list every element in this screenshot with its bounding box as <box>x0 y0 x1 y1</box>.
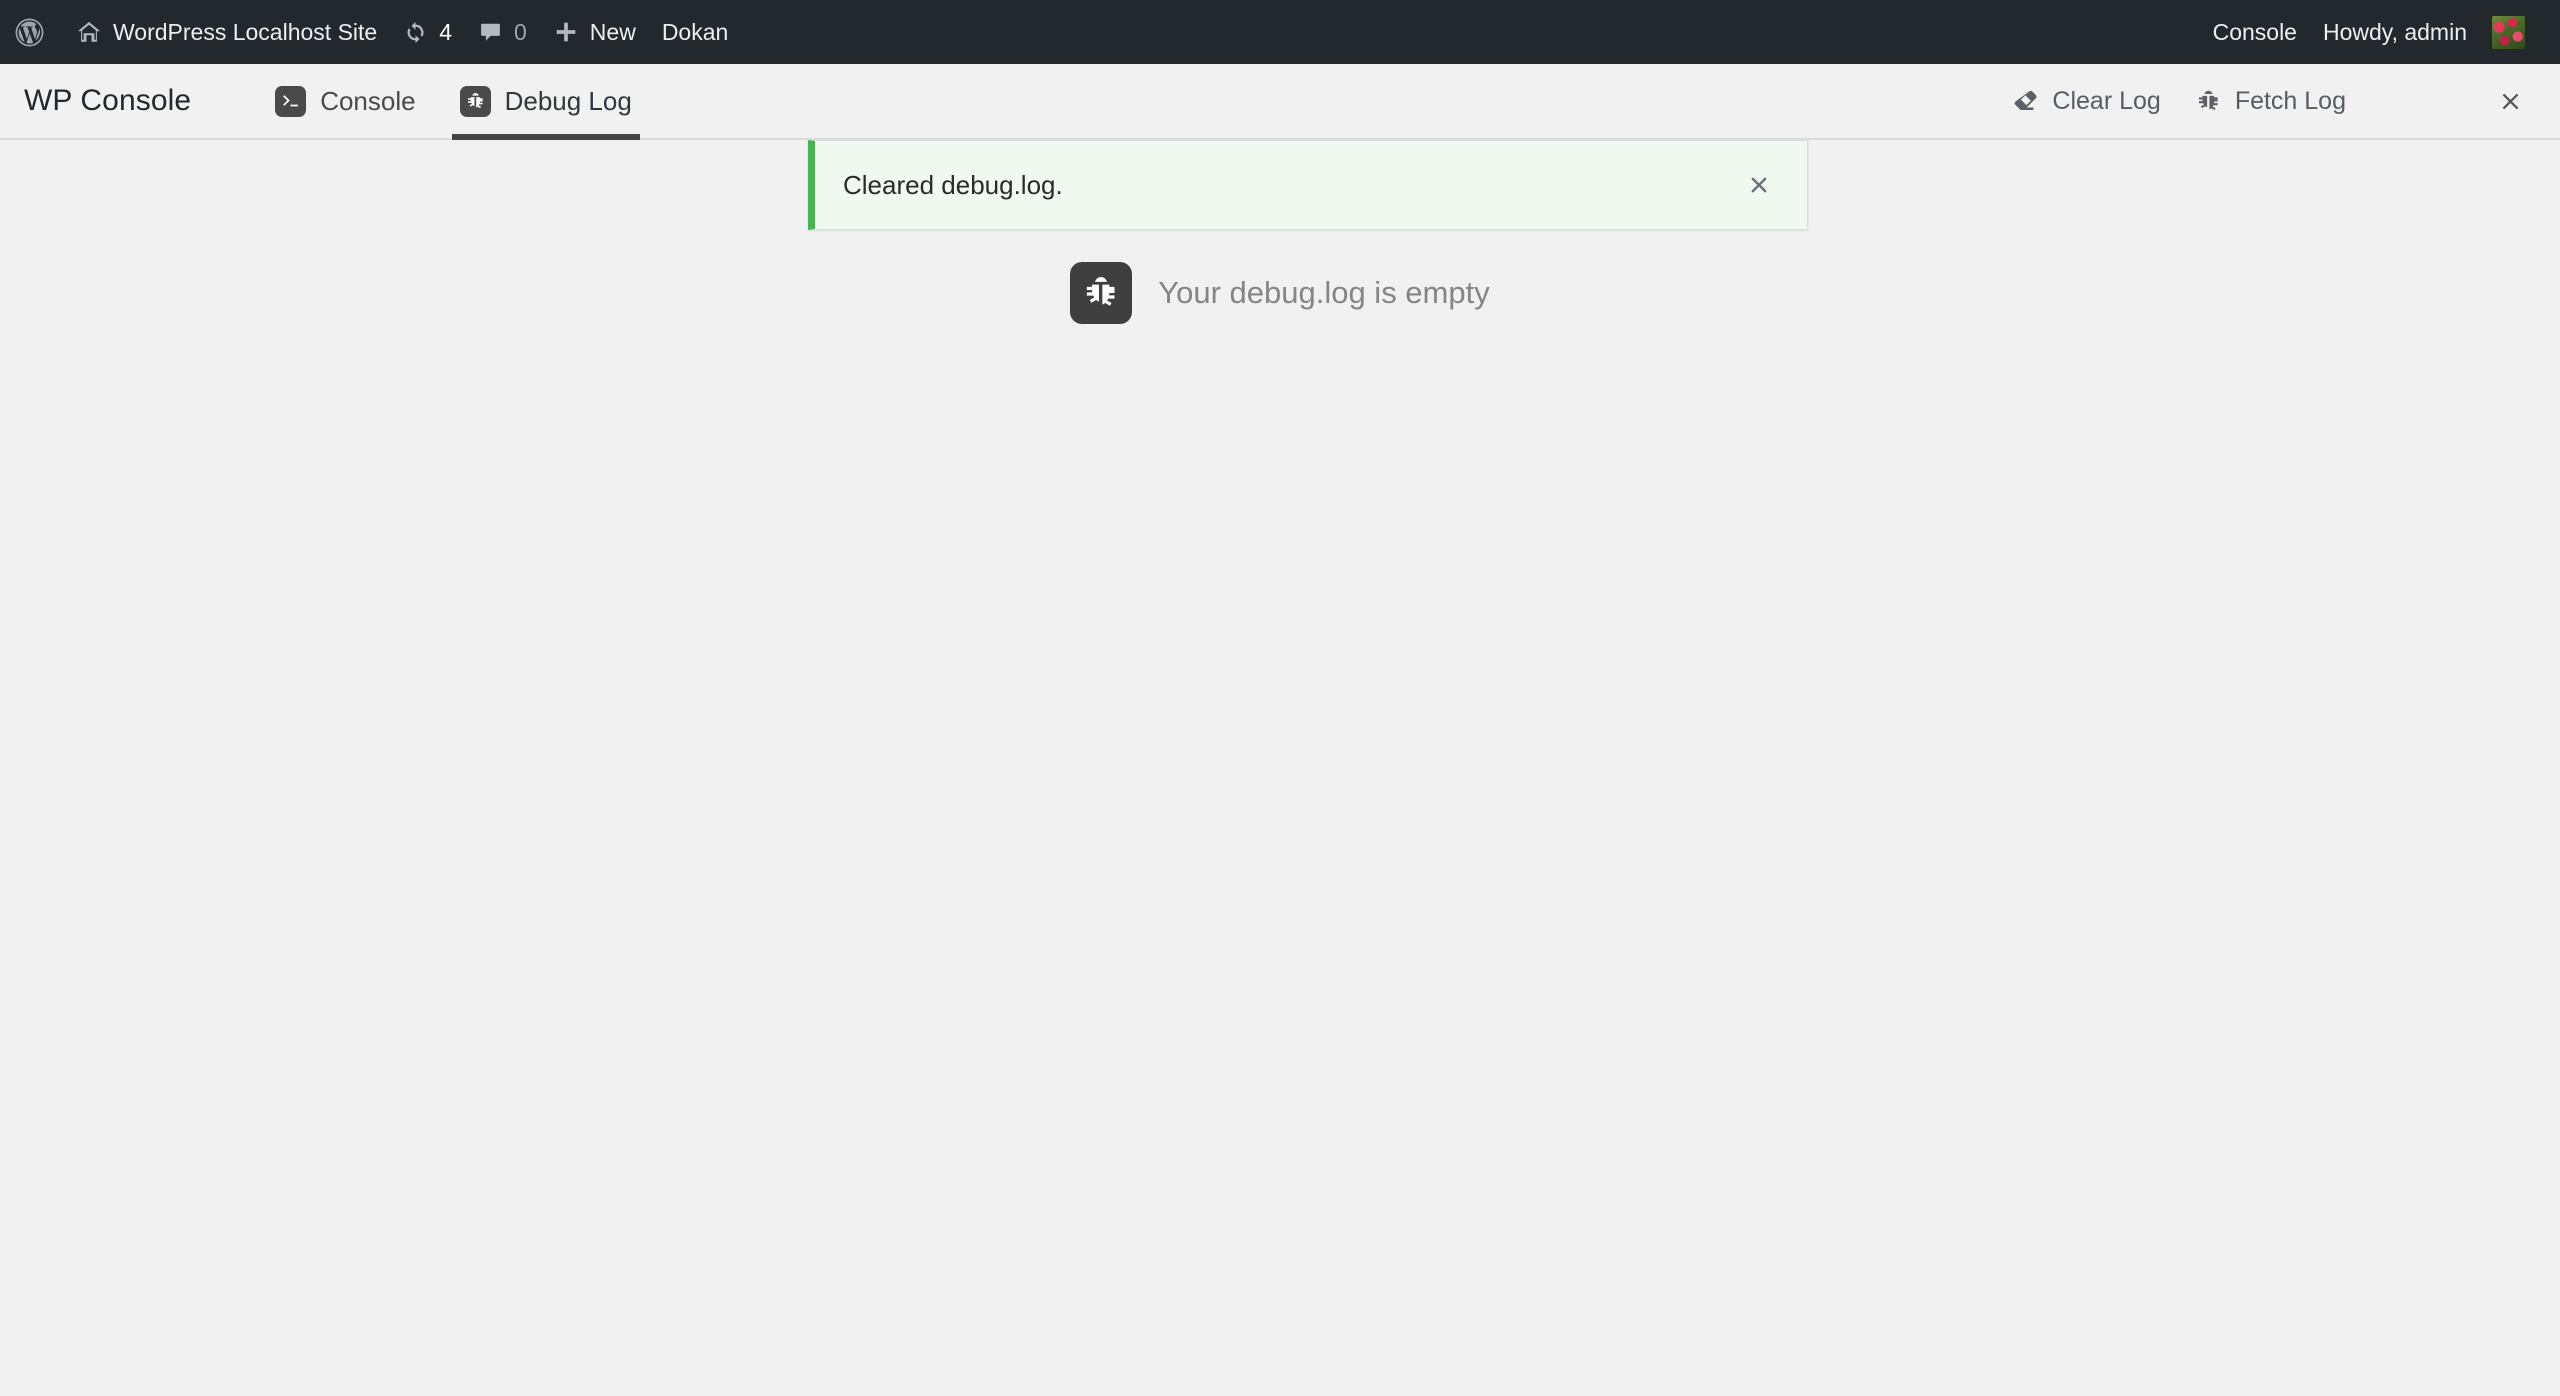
clear-log-label: Clear Log <box>2052 86 2161 115</box>
updates-button[interactable]: 4 <box>390 0 465 64</box>
bug-icon <box>2195 88 2222 115</box>
fetch-log-button[interactable]: Fetch Log <box>2178 64 2363 138</box>
close-console-button[interactable] <box>2478 64 2542 138</box>
plus-icon <box>553 19 579 45</box>
admin-bar: WordPress Localhost Site 4 0 New Dokan C… <box>0 0 2560 64</box>
empty-state: Your debug.log is empty <box>0 262 2560 324</box>
terminal-prompt-icon <box>275 85 307 117</box>
wp-console-header: WP Console Console Debug Log Clear Log F… <box>0 64 2560 230</box>
avatar <box>2492 15 2525 49</box>
updates-sync-icon <box>403 20 428 45</box>
admin-bar-left: WordPress Localhost Site 4 0 New Dokan <box>0 0 741 64</box>
new-content-button[interactable]: New <box>540 0 649 64</box>
eraser-icon <box>2012 88 2039 115</box>
comments-count: 0 <box>514 18 527 45</box>
tab-console-label: Console <box>320 85 416 116</box>
header-actions: Clear Log Fetch Log <box>1995 64 2560 138</box>
tab-console[interactable]: Console <box>253 64 437 138</box>
console-admin-bar-button[interactable]: Console <box>2200 0 2310 64</box>
fetch-log-label: Fetch Log <box>2234 86 2346 115</box>
bug-icon <box>459 85 491 117</box>
home-icon <box>76 19 102 45</box>
clear-log-button[interactable]: Clear Log <box>1995 64 2177 138</box>
console-admin-bar-label: Console <box>2212 18 2297 45</box>
bug-icon <box>1070 262 1133 324</box>
howdy-label: Howdy, admin <box>2322 18 2467 45</box>
dokan-menu-button[interactable]: Dokan <box>649 0 741 64</box>
console-tabs: Console Debug Log <box>253 64 654 140</box>
tab-debug-log-label: Debug Log <box>504 85 632 116</box>
debug-log-content: Your debug.log is empty <box>0 140 2560 1396</box>
comment-bubble-icon <box>478 20 503 45</box>
notice-dismiss-button[interactable] <box>1737 163 1781 207</box>
wordpress-logo-icon <box>14 17 45 48</box>
comments-button[interactable]: 0 <box>465 0 540 64</box>
updates-count: 4 <box>439 18 452 45</box>
close-icon <box>1751 177 1767 193</box>
dokan-label: Dokan <box>661 18 729 45</box>
my-account-button[interactable]: Howdy, admin <box>2310 0 2538 64</box>
site-name-button[interactable]: WordPress Localhost Site <box>63 0 390 64</box>
notice-success: Cleared debug.log. <box>808 140 1808 230</box>
page-title: WP Console <box>24 84 192 117</box>
admin-bar-right: Console Howdy, admin <box>2200 0 2538 64</box>
close-icon <box>2502 93 2518 109</box>
empty-state-message: Your debug.log is empty <box>1158 275 1490 310</box>
tab-debug-log[interactable]: Debug Log <box>438 64 654 140</box>
site-title-label: WordPress Localhost Site <box>113 18 378 45</box>
notice-message: Cleared debug.log. <box>843 169 1063 200</box>
wordpress-logo-button[interactable] <box>0 0 63 64</box>
new-content-label: New <box>589 18 636 45</box>
